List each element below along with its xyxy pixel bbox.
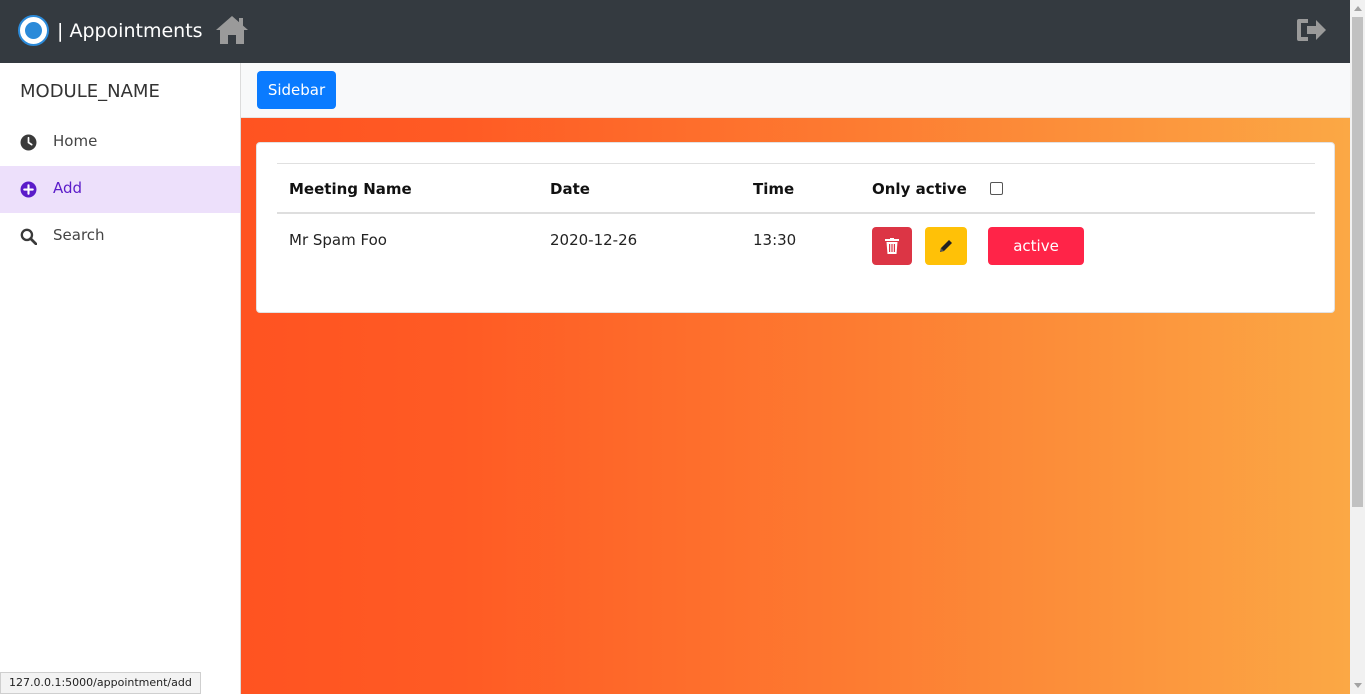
brand[interactable]: | Appointments	[18, 15, 203, 46]
search-icon	[20, 228, 37, 245]
plus-circle-icon	[20, 181, 37, 198]
sidebar: MODULE_NAME Home Add Search	[0, 63, 241, 694]
trash-icon	[885, 238, 899, 254]
sidebar-item-home[interactable]: Home	[0, 119, 240, 166]
logout-icon[interactable]	[1295, 16, 1327, 44]
meeting-name-cell: Mr Spam Foo	[289, 231, 387, 249]
edit-button[interactable]	[925, 227, 967, 265]
app-logo-icon	[18, 15, 49, 46]
pencil-icon	[940, 240, 952, 252]
brand-title: | Appointments	[57, 19, 203, 42]
time-cell: 13:30	[753, 231, 797, 249]
date-cell: 2020-12-26	[550, 231, 638, 249]
sidebar-item-label: Search	[53, 226, 105, 244]
sidebar-item-label: Add	[53, 179, 83, 197]
scroll-thumb[interactable]	[1352, 17, 1363, 507]
page-scrollbar[interactable]	[1350, 0, 1365, 694]
only-active-label: Only active	[872, 180, 967, 198]
column-header-time: Time	[753, 180, 795, 198]
sidebar-item-add[interactable]: Add	[0, 166, 240, 213]
delete-button[interactable]	[872, 227, 912, 265]
scroll-down-arrow-icon[interactable]	[1354, 683, 1362, 688]
status-bar-url: 127.0.0.1:5000/appointment/add	[0, 672, 201, 694]
home-icon[interactable]	[214, 14, 250, 46]
sidebar-item-search[interactable]: Search	[0, 213, 240, 260]
column-header-meeting-name: Meeting Name	[289, 180, 412, 198]
only-active-checkbox[interactable]	[990, 182, 1003, 195]
table-header: Meeting Name Date Time Only active	[277, 163, 1315, 214]
scroll-up-arrow-icon[interactable]	[1354, 6, 1362, 11]
top-navbar: | Appointments	[0, 0, 1350, 63]
appointments-card: Meeting Name Date Time Only active Mr Sp…	[256, 142, 1335, 313]
module-name: MODULE_NAME	[20, 81, 160, 102]
sidebar-item-label: Home	[53, 132, 98, 150]
column-header-date: Date	[550, 180, 590, 198]
status-active-button[interactable]: active	[988, 227, 1084, 265]
top-toolbar: Sidebar	[241, 63, 1350, 118]
clock-icon	[20, 134, 37, 151]
sidebar-toggle-button[interactable]: Sidebar	[257, 71, 336, 109]
main-content: Meeting Name Date Time Only active Mr Sp…	[241, 118, 1350, 694]
